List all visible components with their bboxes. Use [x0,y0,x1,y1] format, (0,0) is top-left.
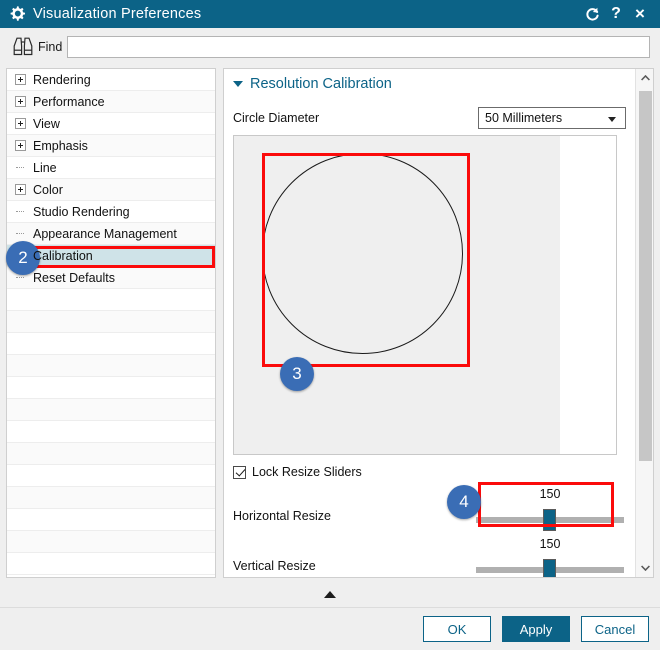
tree-empty-row [7,465,215,487]
tree-item-view[interactable]: View [7,113,215,135]
tree-empty-row [7,553,215,575]
apply-button[interactable]: Apply [502,616,570,642]
tree-item-label: Studio Rendering [33,205,130,219]
tree-empty-row [7,531,215,553]
tree-empty-row [7,377,215,399]
reset-icon[interactable] [580,0,604,28]
help-icon[interactable]: ? [604,0,628,28]
ok-button[interactable]: OK [423,616,491,642]
gear-icon [9,6,25,22]
preferences-tree[interactable]: Rendering Performance View Emphasis Line… [6,68,216,578]
tree-item-studio-rendering[interactable]: Studio Rendering [7,201,215,223]
binoculars-icon [10,35,36,59]
title-bar: Visualization Preferences ? × [0,0,660,28]
tree-empty-row [7,487,215,509]
slider-thumb[interactable] [543,509,556,531]
circle-diameter-label: Circle Diameter [233,111,319,125]
expand-plus-icon[interactable] [15,118,26,129]
chevron-down-icon[interactable] [608,117,616,122]
tree-item-label: Line [33,161,57,175]
panel-scrollbar[interactable] [635,69,653,577]
find-input[interactable] [67,36,650,58]
tree-leaf-icon [15,206,26,217]
collapse-up-icon[interactable] [324,591,336,598]
scroll-down-icon[interactable] [636,559,654,577]
tree-leaf-icon [15,228,26,239]
tree-empty-row [7,443,215,465]
close-icon[interactable]: × [628,0,652,28]
tree-item-color[interactable]: Color [7,179,215,201]
tree-empty-row [7,509,215,531]
tree-item-label: Reset Defaults [33,271,115,285]
calibration-panel: Resolution Calibration Circle Diameter 5… [223,68,654,578]
expand-plus-icon[interactable] [15,184,26,195]
tree-item-label: View [33,117,60,131]
tree-item-label: Calibration [33,249,93,263]
vertical-resize-slider[interactable]: 150 [474,537,626,578]
horizontal-resize-label: Horizontal Resize [233,509,331,523]
tree-empty-row [7,399,215,421]
tree-item-label: Emphasis [33,139,88,153]
tree-item-rendering[interactable]: Rendering [7,69,215,91]
preferences-dialog: Visualization Preferences ? × Find [0,0,660,650]
scrollbar-thumb[interactable] [639,91,652,461]
circle-diameter-value: 50 Millimeters [485,111,562,125]
horizontal-resize-value: 150 [474,487,626,501]
vertical-resize-value: 150 [474,537,626,551]
cancel-button[interactable]: Cancel [581,616,649,642]
calibration-canvas[interactable] [233,135,617,455]
circle-diameter-row: Circle Diameter 50 Millimeters [233,107,626,129]
vertical-resize-row: Vertical Resize 150 [233,537,626,578]
annotation-badge-4: 4 [447,485,481,519]
tree-item-performance[interactable]: Performance [7,91,215,113]
scroll-up-icon[interactable] [636,69,654,87]
panel-splitter[interactable] [0,582,660,608]
window-title: Visualization Preferences [33,6,201,22]
find-label: Find [38,40,62,54]
tree-leaf-icon [15,162,26,173]
expand-plus-icon[interactable] [15,140,26,151]
tree-empty-row [7,311,215,333]
tree-item-appearance-management[interactable]: Appearance Management [7,223,215,245]
circle-diameter-dropdown[interactable]: 50 Millimeters [478,107,626,129]
vertical-resize-label: Vertical Resize [233,559,316,573]
annotation-badge-3: 3 [280,357,314,391]
group-header-label: Resolution Calibration [250,76,392,92]
group-header-resolution-calibration[interactable]: Resolution Calibration [233,76,392,92]
lock-resize-sliders-label: Lock Resize Sliders [252,465,362,479]
calibration-content: Resolution Calibration Circle Diameter 5… [224,69,635,577]
tree-empty-row [7,333,215,355]
tree-empty-row [7,421,215,443]
tree-empty-row [7,355,215,377]
calibration-circle [262,153,463,354]
tree-empty-row [7,289,215,311]
tree-item-label: Appearance Management [33,227,177,241]
checkbox-icon[interactable] [233,466,246,479]
expand-plus-icon[interactable] [15,74,26,85]
tree-item-emphasis[interactable]: Emphasis [7,135,215,157]
lock-resize-sliders-checkbox[interactable]: Lock Resize Sliders [233,465,362,479]
horizontal-resize-slider[interactable]: 150 [474,487,626,533]
tree-item-reset-defaults[interactable]: Reset Defaults [7,267,215,289]
expand-plus-icon[interactable] [15,96,26,107]
collapse-triangle-icon[interactable] [233,81,243,87]
tree-item-line[interactable]: Line [7,157,215,179]
dialog-button-bar: OK Apply Cancel [0,608,660,650]
tree-item-label: Performance [33,95,105,109]
tree-item-label: Color [33,183,63,197]
tree-item-label: Rendering [33,73,91,87]
horizontal-resize-row: Horizontal Resize 150 [233,487,626,533]
slider-thumb[interactable] [543,559,556,578]
find-bar: Find [0,28,660,66]
